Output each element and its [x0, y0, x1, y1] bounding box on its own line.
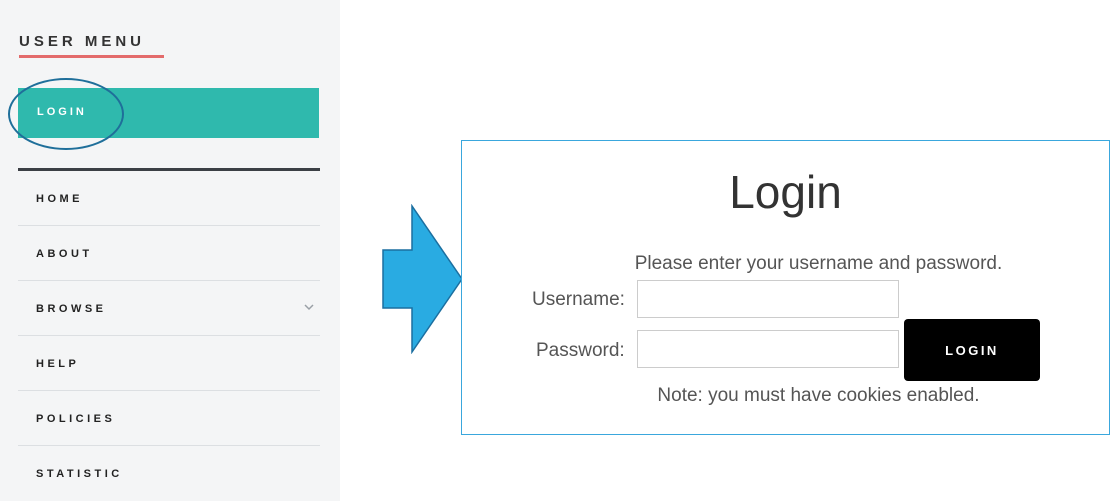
- login-title: Login: [729, 166, 842, 218]
- menu-title: USER MENU: [19, 33, 146, 50]
- username-label: Username:: [532, 289, 625, 310]
- sidebar-item-label: HELP: [36, 358, 80, 370]
- sidebar-item-browse[interactable]: BROWSE: [18, 281, 320, 336]
- cookies-note: Note: you must have cookies enabled.: [657, 385, 980, 406]
- sidebar-item-help[interactable]: HELP: [18, 336, 320, 391]
- username-input[interactable]: [637, 280, 899, 318]
- sidebar-item-label: BROWSE: [36, 303, 107, 315]
- screenshot-canvas: USER MENU LOGIN HOME ABOUT BROWSE HELP P…: [0, 0, 1110, 501]
- sidebar-item-login[interactable]: LOGIN: [18, 88, 319, 138]
- right-arrow-icon: [382, 204, 463, 354]
- sidebar-item-label: POLICIES: [36, 413, 116, 425]
- password-input[interactable]: [637, 330, 899, 368]
- sidebar-item-statistic[interactable]: STATISTIC: [18, 446, 320, 501]
- chevron-down-icon[interactable]: [304, 302, 314, 312]
- sidebar-item-label: ABOUT: [36, 248, 93, 260]
- sidebar-item-label: HOME: [36, 193, 83, 205]
- password-label: Password:: [536, 340, 625, 361]
- menu-title-underline: [19, 55, 164, 58]
- nav-list: HOME ABOUT BROWSE HELP POLICIES STATISTI…: [18, 171, 320, 501]
- login-instructions: Please enter your username and password.: [634, 253, 1003, 274]
- login-panel: Login Please enter your username and pas…: [461, 140, 1110, 435]
- login-submit-button[interactable]: LOGIN: [904, 319, 1040, 381]
- sidebar-item-policies[interactable]: POLICIES: [18, 391, 320, 446]
- sidebar-item-login-label: LOGIN: [37, 106, 87, 118]
- user-menu-sidebar: USER MENU LOGIN HOME ABOUT BROWSE HELP P…: [0, 0, 340, 501]
- sidebar-item-home[interactable]: HOME: [18, 171, 320, 226]
- sidebar-item-label: STATISTIC: [36, 468, 123, 480]
- sidebar-item-about[interactable]: ABOUT: [18, 226, 320, 281]
